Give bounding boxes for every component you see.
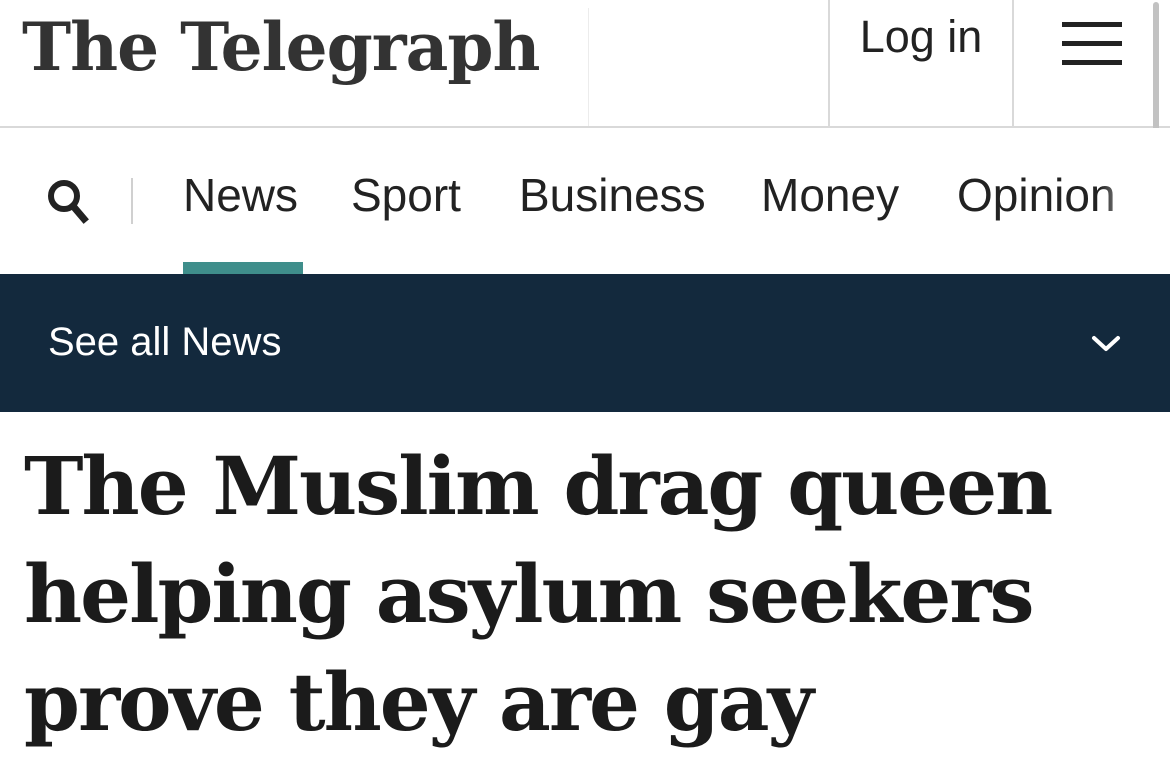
article-headline: The Muslim drag queen helping asylum see…	[24, 439, 1053, 749]
masthead-logo[interactable]: The Telegraph	[22, 14, 540, 80]
active-tab-indicator	[183, 262, 303, 274]
site-header: The Telegraph Log in	[0, 0, 1170, 128]
search-button[interactable]	[40, 174, 96, 230]
nav-item-opinion[interactable]: Opinion	[957, 168, 1116, 223]
section-nav: News Sport Business Money Opinion	[0, 128, 1170, 274]
chevron-down-icon	[1092, 336, 1120, 351]
menu-button[interactable]	[1014, 0, 1170, 126]
nav-scroll-fade	[1100, 128, 1170, 274]
login-label: Log in	[859, 11, 983, 62]
login-button[interactable]: Log in	[828, 0, 1014, 126]
page-scrollbar[interactable]	[1153, 2, 1159, 148]
search-icon	[48, 180, 89, 224]
see-all-news-label: See all News	[48, 320, 282, 364]
nav-item-news[interactable]: News	[183, 168, 298, 223]
nav-divider	[131, 178, 133, 224]
nav-item-money[interactable]: Money	[761, 168, 899, 223]
nav-item-sport[interactable]: Sport	[351, 168, 461, 223]
see-all-news-bar[interactable]: See all News	[0, 274, 1170, 412]
header-divider	[588, 8, 589, 126]
nav-item-business[interactable]: Business	[519, 168, 706, 223]
